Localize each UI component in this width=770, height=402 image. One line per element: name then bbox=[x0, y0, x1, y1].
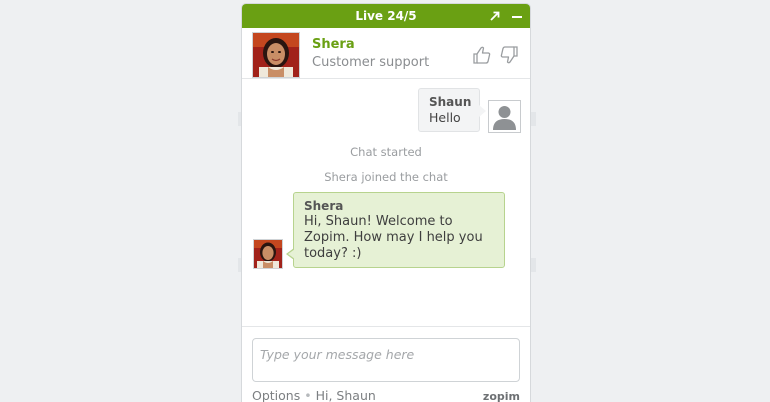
agent-avatar bbox=[252, 32, 300, 78]
system-message: Chat started bbox=[350, 145, 422, 159]
popout-arrow-icon[interactable] bbox=[488, 4, 502, 28]
thumbs-down-icon[interactable] bbox=[499, 45, 519, 65]
agent-role: Customer support bbox=[312, 55, 430, 70]
chat-title: Live 24/5 bbox=[355, 9, 417, 23]
footer-links: Options • Hi, Shaun bbox=[252, 388, 376, 402]
message-text: Hello bbox=[429, 110, 461, 125]
agent-message-avatar bbox=[253, 239, 283, 269]
message-input[interactable] bbox=[252, 338, 520, 382]
options-link[interactable]: Options bbox=[252, 388, 300, 402]
chat-log[interactable]: Shaun Hello Chat started Shera joined th… bbox=[242, 79, 530, 326]
message-sender: Shaun bbox=[429, 95, 472, 109]
visitor-greeting[interactable]: Hi, Shaun bbox=[316, 388, 376, 402]
chat-title-bar[interactable]: Live 24/5 bbox=[242, 4, 530, 28]
agent-name: Shera bbox=[312, 37, 355, 52]
zopim-logo[interactable]: zopim bbox=[483, 390, 520, 402]
chat-footer: Options • Hi, Shaun zopim bbox=[242, 326, 530, 402]
system-message: Shera joined the chat bbox=[324, 170, 448, 184]
visitor-message: Shaun Hello bbox=[418, 88, 486, 132]
agent-header: Shera Customer support bbox=[242, 28, 530, 79]
thumbs-up-icon[interactable] bbox=[472, 45, 492, 65]
message-text: Hi, Shaun! Welcome to Zopim. How may I h… bbox=[304, 214, 483, 261]
agent-message: Shera Hi, Shaun! Welcome to Zopim. How m… bbox=[286, 192, 505, 268]
message-sender: Shera bbox=[304, 199, 344, 213]
visitor-avatar bbox=[488, 100, 521, 133]
minimize-icon[interactable] bbox=[510, 4, 524, 28]
separator-dot: • bbox=[304, 388, 312, 402]
chat-widget: Live 24/5 Shera Customer support Shaun H… bbox=[241, 3, 531, 402]
